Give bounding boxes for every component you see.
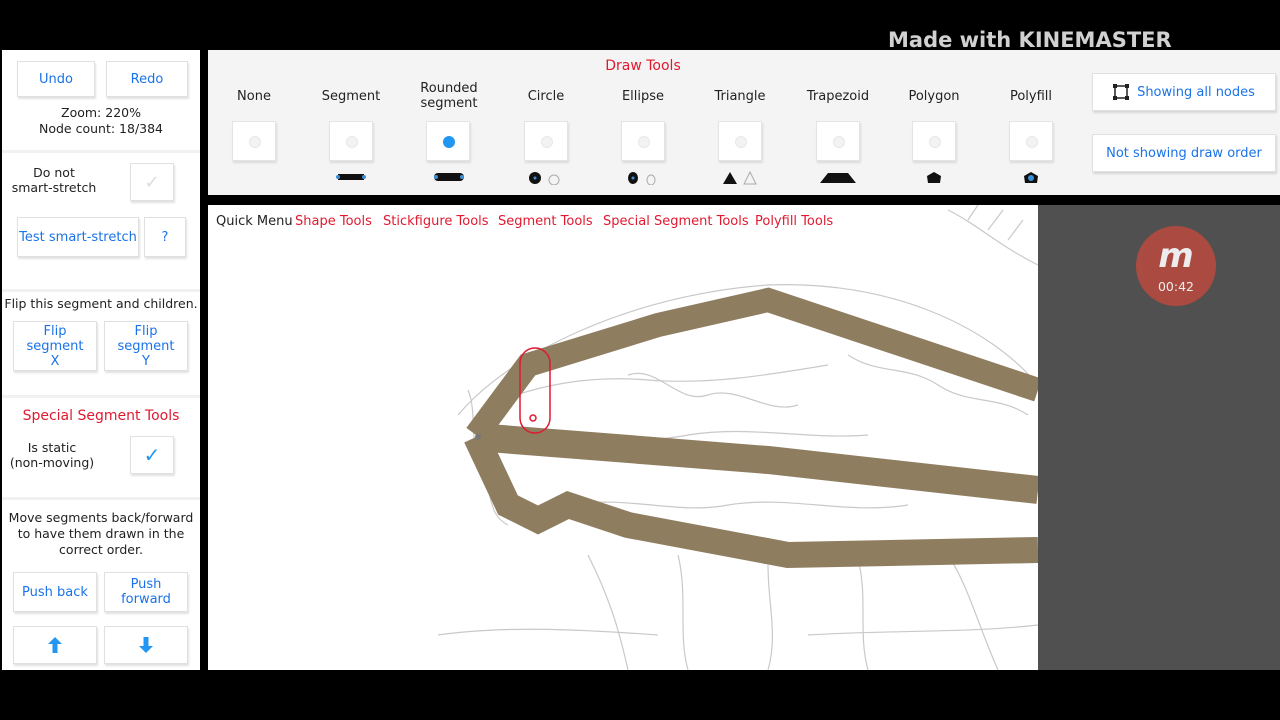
is-static-checkbox[interactable]: ✓: [130, 436, 174, 474]
flip-segment-x-button[interactable]: Flip segment X: [13, 321, 97, 371]
flip-x-line1: Flip segment: [26, 323, 84, 354]
zoom-level: Zoom: 220%: [61, 105, 141, 120]
watermark-text: Made with KINEMASTER: [888, 28, 1172, 52]
draw-tools-toolbar: Draw Tools None Segment Rounded segment …: [208, 50, 1280, 195]
polygon-shape-icon: [927, 172, 941, 183]
undo-button[interactable]: Undo: [17, 61, 95, 97]
tool-polygon-label: Polygon: [908, 89, 960, 104]
quick-menu-special-segment-tools[interactable]: Special Segment Tools: [603, 214, 749, 229]
radio-dot: [833, 136, 845, 148]
radio-dot: [929, 136, 941, 148]
draw-order-section: Move segments back/forward to have them …: [2, 500, 200, 670]
smart-stretch-section: Do not smart-stretch ✓ Test smart-stretc…: [2, 153, 200, 289]
tool-circle-label: Circle: [527, 89, 565, 104]
recording-badge[interactable]: m 00:42: [1136, 226, 1216, 306]
quick-menu-stickfigure-tools[interactable]: Stickfigure Tools: [383, 214, 489, 229]
tool-trapezoid-radio[interactable]: [816, 121, 860, 161]
tool-rounded-segment-radio[interactable]: [426, 121, 470, 161]
tool-trapezoid-label: Trapezoid: [806, 89, 870, 104]
flip-segment-y-button[interactable]: Flip segment Y: [104, 321, 188, 371]
help-button[interactable]: ?: [144, 217, 186, 257]
radio-dot: [249, 136, 261, 148]
tool-triangle-label: Triangle: [714, 89, 766, 104]
tool-none-radio[interactable]: [232, 121, 276, 161]
tool-ellipse-label: Ellipse: [621, 89, 665, 104]
radio-dot: [1026, 136, 1038, 148]
showing-all-nodes-label: Showing all nodes: [1137, 84, 1255, 100]
draw-tools-title: Draw Tools: [605, 58, 681, 74]
segment-shape-icon: [336, 174, 366, 180]
circle-shape-icon: [529, 172, 560, 185]
smart-stretch-label-line2: smart-stretch: [11, 180, 97, 195]
kinemaster-watermark: Made with KINEMASTER: [888, 28, 1172, 52]
tool-segment-label: Segment: [321, 89, 381, 104]
kinemaster-logo-icon: m: [1158, 236, 1194, 276]
tool-ellipse-radio[interactable]: [621, 121, 665, 161]
tool-triangle-radio[interactable]: [718, 121, 762, 161]
trapezoid-shape-icon: [820, 173, 856, 183]
is-static-line1: Is static: [27, 440, 77, 455]
radio-dot: [638, 136, 650, 148]
is-static-line2: (non-moving): [9, 455, 95, 470]
drawing-canvas[interactable]: Quick Menu: [208, 205, 1038, 670]
push-forward-button[interactable]: Push forward: [104, 572, 188, 612]
flip-x-line2: X: [50, 353, 60, 369]
rounded-segment-shape-icon: [434, 173, 464, 181]
special-segment-title: Special Segment Tools: [22, 408, 180, 424]
flip-y-line2: Y: [142, 353, 150, 369]
smart-stretch-label: Do not smart-stretch: [6, 165, 102, 195]
tool-polygon-radio[interactable]: [912, 121, 956, 161]
check-icon: ✓: [144, 171, 160, 193]
showing-all-nodes-button[interactable]: Showing all nodes: [1092, 73, 1276, 111]
triangle-shape-icon: [723, 171, 757, 185]
smart-stretch-checkbox[interactable]: ✓: [130, 163, 174, 201]
move-down-button[interactable]: [104, 626, 188, 664]
redo-button[interactable]: Redo: [106, 61, 188, 97]
segment-strokes: [464, 287, 1038, 569]
tool-none-label: None: [237, 89, 271, 104]
node-count: Node count: 18/384: [38, 121, 164, 136]
nodes-frame-icon: [1113, 84, 1130, 100]
is-static-label: Is static (non-moving): [6, 440, 98, 470]
flip-y-line1: Flip segment: [117, 323, 175, 354]
quick-menu-polyfill-tools[interactable]: Polyfill Tools: [755, 214, 833, 229]
tool-rounded-segment-label: Rounded segment: [420, 81, 478, 111]
polyfill-shape-icon: [1024, 172, 1038, 183]
not-showing-draw-order-button[interactable]: Not showing draw order: [1092, 134, 1276, 172]
radio-dot-selected: [443, 136, 455, 148]
flip-section: Flip this segment and children. Flip seg…: [2, 292, 200, 395]
tool-segment-radio[interactable]: [329, 121, 373, 161]
selected-node-handle[interactable]: [529, 414, 537, 422]
tool-polyfill-radio[interactable]: [1009, 121, 1053, 161]
flip-info: Flip this segment and children.: [4, 296, 198, 311]
smart-stretch-label-line1: Do not: [33, 165, 75, 180]
radio-dot: [735, 136, 747, 148]
arrow-up-icon: [48, 637, 62, 653]
quick-menu-label: Quick Menu: [216, 214, 293, 229]
quick-menu-shape-tools[interactable]: Shape Tools: [295, 214, 372, 229]
check-icon: ✓: [143, 442, 161, 467]
tool-circle-radio[interactable]: [524, 121, 568, 161]
special-segment-section: Special Segment Tools Is static (non-mov…: [2, 398, 200, 497]
tool-polyfill-label: Polyfill: [1009, 89, 1053, 104]
root-node-handle[interactable]: [475, 434, 481, 440]
test-smart-stretch-button[interactable]: Test smart-stretch: [17, 217, 139, 257]
history-section: Undo Redo Zoom: 220% Node count: 18/384: [2, 50, 200, 150]
radio-dot: [541, 136, 553, 148]
quick-menu-segment-tools[interactable]: Segment Tools: [498, 214, 593, 229]
push-back-button[interactable]: Push back: [13, 572, 97, 612]
ellipse-shape-icon: [628, 172, 656, 185]
canvas-drawing: [437, 205, 1038, 670]
move-up-button[interactable]: [13, 626, 97, 664]
arrow-down-icon: [139, 637, 153, 653]
radio-dot: [346, 136, 358, 148]
recording-timer: 00:42: [1157, 279, 1195, 294]
sidebar: Undo Redo Zoom: 220% Node count: 18/384 …: [2, 50, 200, 670]
order-info: Move segments back/forward to have them …: [8, 510, 194, 557]
